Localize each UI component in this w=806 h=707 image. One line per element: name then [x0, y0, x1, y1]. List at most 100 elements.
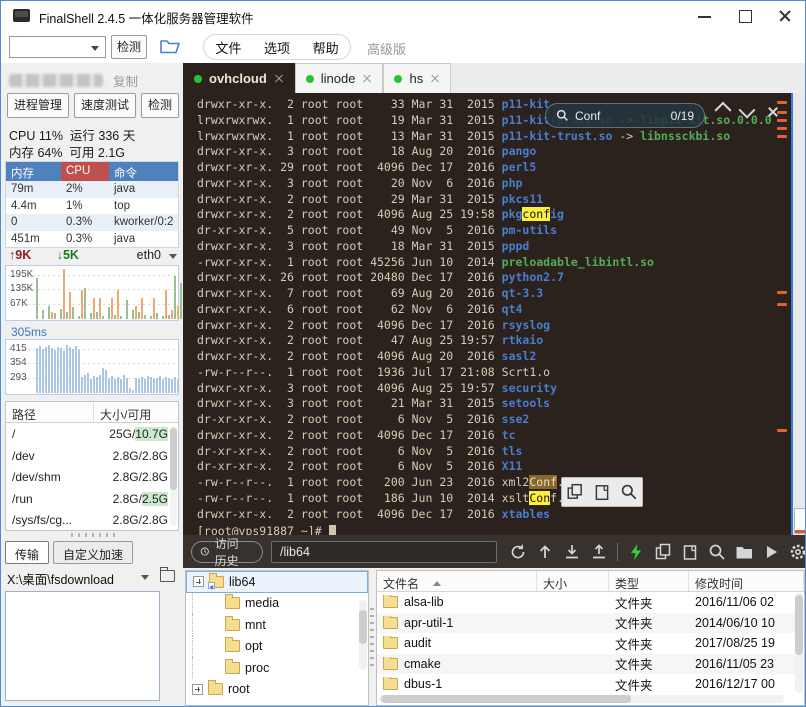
tree-item-proc[interactable]: proc — [186, 657, 368, 679]
folder-icon[interactable] — [735, 543, 753, 561]
lightning-icon[interactable] — [627, 543, 645, 561]
close-tab-icon[interactable] — [430, 74, 440, 84]
vertical-scrollbar[interactable] — [795, 593, 803, 693]
copy-icon[interactable] — [566, 483, 584, 501]
column-size[interactable]: 大小 — [537, 571, 609, 591]
disk-row[interactable]: /dev2.8G/2.8G — [6, 445, 178, 467]
up-icon[interactable] — [536, 543, 554, 561]
search-icon[interactable] — [708, 543, 726, 561]
process-row[interactable]: 00.3%kworker/0:2 — [6, 214, 178, 231]
detect-button[interactable]: 检测 — [111, 35, 147, 59]
tab-custom-accel[interactable]: 自定义加速 — [53, 541, 133, 564]
path-input[interactable]: /lib64 — [271, 541, 497, 563]
terminal-scrollbar[interactable] — [791, 93, 806, 535]
history-button[interactable]: 访问历史 — [191, 541, 263, 563]
process-row[interactable]: 451m0.3%java — [6, 231, 178, 248]
close-tab-icon[interactable] — [362, 74, 372, 84]
terminal-line: dr-xr-xr-x. 2 root root 6 Nov 5 2016 sse… — [197, 412, 772, 428]
tree-item-opt[interactable]: opt — [186, 636, 368, 658]
net-ytick: 67K — [10, 298, 28, 309]
column-mtime[interactable]: 修改时间 — [689, 571, 804, 591]
process-table[interactable]: 内存CPU命令 79m2%java4.4m1%top00.3%kworker/0… — [5, 161, 179, 248]
process-manager-button[interactable]: 进程管理 — [7, 93, 69, 118]
close-button[interactable] — [765, 1, 805, 31]
connection-manager-icon[interactable] — [159, 36, 181, 56]
directory-tree[interactable]: lib64mediamntoptprocroot — [185, 570, 369, 706]
app-logo-icon — [13, 9, 30, 22]
disk-row[interactable]: /run/user/0...583M/583M — [6, 531, 178, 532]
column-type[interactable]: 类型 — [609, 571, 689, 591]
file-row-alsa-lib[interactable]: alsa-lib文件夹2016/11/06 02 — [377, 592, 804, 613]
chart-bar — [63, 269, 65, 319]
disk-row[interactable]: /dev/shm2.8G/2.8G — [6, 466, 178, 488]
paste-icon[interactable] — [593, 483, 611, 501]
process-row[interactable]: 79m2%java — [6, 181, 178, 198]
terminal-line: -rw-r--r--. 1 root root 1936 Jul 17 21:0… — [197, 365, 772, 381]
disk-row[interactable]: /25G/10.7G — [6, 423, 178, 445]
disk-row[interactable]: /sys/fs/cg...2.8G/2.8G — [6, 509, 178, 531]
menu-options[interactable]: 选项 — [264, 38, 290, 57]
process-row[interactable]: 4.4m1%top — [6, 198, 178, 215]
chart-bar — [162, 379, 164, 393]
menu-file[interactable]: 文件 — [215, 38, 241, 57]
chart-bar — [177, 379, 179, 393]
detect-button-sidebar[interactable]: 检测 — [141, 93, 179, 118]
file-row-cmake[interactable]: cmake文件夹2016/11/05 23 — [377, 654, 804, 675]
tree-scrollbar[interactable] — [359, 600, 367, 670]
refresh-icon[interactable] — [509, 543, 527, 561]
disk-row[interactable]: /run2.8G/2.5G — [6, 488, 178, 510]
tree-item-mnt[interactable]: mnt — [186, 614, 368, 636]
file-row-apr-util-1[interactable]: apr-util-1文件夹2014/06/10 10 — [377, 613, 804, 634]
terminal-line: -rw-r--r--. 1 root root 186 Jun 10 2014 … — [197, 491, 772, 507]
copy-icon[interactable] — [654, 543, 672, 561]
session-tab-hs[interactable]: hs — [383, 63, 451, 93]
minimize-button[interactable] — [685, 1, 725, 31]
terminal[interactable]: drwxr-xr-x. 2 root root 33 Mar 31 2015 p… — [183, 93, 806, 535]
chart-bar — [147, 376, 149, 393]
copy-ip-link[interactable]: 复制 — [113, 71, 138, 90]
folder-open-icon[interactable] — [160, 570, 175, 582]
interface-select[interactable]: eth0 — [137, 248, 161, 262]
tree-item-root[interactable]: root — [186, 679, 368, 701]
paste-icon[interactable] — [681, 543, 699, 561]
menu-help[interactable]: 帮助 — [313, 38, 339, 57]
search-query[interactable]: Conf — [575, 109, 665, 123]
session-tab-linode[interactable]: linode — [295, 63, 384, 93]
file-list[interactable]: 文件名 大小 类型 修改时间 alsa-lib文件夹2016/11/06 02a… — [376, 570, 805, 706]
horizontal-scrollbar[interactable] — [379, 695, 784, 703]
expander-icon[interactable] — [192, 684, 203, 695]
file-row-audit[interactable]: audit文件夹2017/08/25 19 — [377, 633, 804, 654]
menu-bar: 文件 选项 帮助 — [203, 34, 351, 60]
expander-icon[interactable] — [193, 576, 204, 587]
close-tab-icon[interactable] — [274, 74, 284, 84]
scrollbar-thumb[interactable] — [794, 508, 806, 534]
tree-item-lib64[interactable]: lib64 — [186, 571, 368, 593]
panel-splitter[interactable] — [370, 608, 374, 668]
transfer-list-panel[interactable] — [5, 591, 160, 701]
download-path-row[interactable]: X:\桌面\fsdownload — [7, 569, 177, 587]
column-filename[interactable]: 文件名 — [377, 571, 537, 591]
search-next-icon[interactable] — [741, 107, 755, 119]
tree-item-media[interactable]: media — [186, 593, 368, 615]
session-tab-ovhcloud[interactable]: ovhcloud — [183, 63, 295, 93]
play-icon[interactable] — [762, 543, 780, 561]
search-icon[interactable] — [620, 483, 638, 501]
disk-usage-table[interactable]: 路径 大小/可用 /25G/10.7G/dev2.8G/2.8G/dev/shm… — [5, 401, 179, 531]
host-combo[interactable] — [9, 36, 106, 58]
upload-icon[interactable] — [590, 543, 608, 561]
file-row-dbus-1[interactable]: dbus-1文件夹2016/12/17 00 — [377, 674, 804, 695]
network-traffic-chart: 195K 135K 67K — [5, 265, 179, 321]
disk-table-scrollbar[interactable] — [170, 426, 177, 526]
chart-bar — [120, 316, 122, 319]
splitter-handle[interactable] — [71, 533, 115, 537]
search-prev-icon[interactable] — [717, 107, 731, 119]
chart-bar — [57, 347, 59, 393]
maximize-button[interactable] — [725, 1, 765, 31]
speed-test-button[interactable]: 速度测试 — [74, 93, 136, 118]
gear-icon[interactable] — [789, 543, 806, 561]
terminal-search-bar[interactable]: Conf 0/19 — [545, 103, 705, 128]
chevron-down-icon[interactable] — [141, 575, 149, 584]
download-icon[interactable] — [563, 543, 581, 561]
chart-bar — [165, 377, 167, 393]
tab-transfer[interactable]: 传输 — [5, 541, 49, 564]
